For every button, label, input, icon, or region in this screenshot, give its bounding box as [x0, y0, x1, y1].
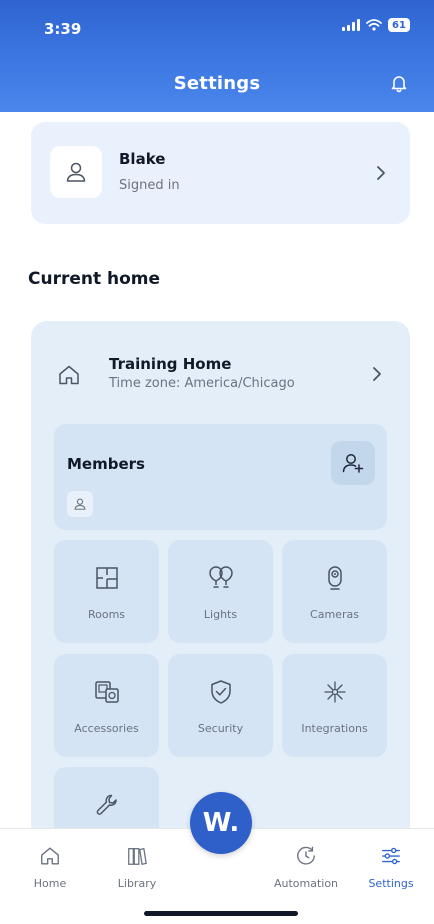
home-indicator [144, 911, 298, 916]
home-timezone: Time zone: America/Chicago [109, 376, 295, 391]
bulbs-icon [168, 565, 273, 591]
tile-label: Rooms [87, 608, 126, 621]
tile-label: Security [197, 722, 244, 735]
tab-library[interactable]: Library [102, 843, 172, 890]
members-title: Members [67, 455, 145, 473]
profile-status: Signed in [119, 178, 180, 193]
tab-home[interactable]: Home [15, 843, 85, 890]
profile-card[interactable]: Blake Signed in [31, 122, 410, 224]
current-home-card: Training Home Time zone: America/Chicago… [31, 321, 410, 841]
tab-label: Home [33, 877, 67, 890]
tile-security[interactable]: Security [168, 654, 273, 757]
center-action-button[interactable]: W. [190, 792, 252, 854]
home-row[interactable]: Training Home Time zone: America/Chicago [31, 321, 410, 421]
page-title: Settings [173, 73, 261, 94]
tile-label: Lights [203, 608, 238, 621]
cellular-signal-icon [342, 19, 360, 31]
tile-lights[interactable]: Lights [168, 540, 273, 643]
tab-label: Library [117, 877, 157, 890]
members-card[interactable]: Members [54, 424, 387, 530]
add-member-button[interactable] [331, 441, 375, 485]
user-avatar-icon [50, 146, 102, 198]
floorplan-icon [54, 565, 159, 591]
tab-label: Automation [273, 877, 339, 890]
sliders-icon [356, 843, 426, 869]
tile-label: Cameras [310, 608, 359, 621]
home-name: Training Home [109, 355, 232, 373]
chevron-right-icon [369, 364, 385, 384]
home-icon [15, 843, 85, 869]
library-icon [102, 843, 172, 869]
home-outline-icon [57, 363, 83, 389]
header-bar: 3:39 61 Settings [0, 0, 434, 112]
clock-icon [271, 843, 341, 869]
status-icons: 61 [342, 18, 410, 32]
tile-label: Accessories [74, 722, 139, 735]
tab-settings[interactable]: Settings [356, 843, 426, 890]
tile-integrations[interactable]: Integrations [282, 654, 387, 757]
brand-logo-text: W. [202, 808, 240, 838]
tab-label: Settings [368, 877, 414, 890]
add-user-icon [342, 454, 364, 473]
camera-icon [282, 565, 387, 591]
tile-rooms[interactable]: Rooms [54, 540, 159, 643]
profile-name: Blake [119, 150, 166, 168]
sparkle-icon [282, 679, 387, 705]
shield-icon [168, 679, 273, 705]
wrench-icon [54, 792, 159, 818]
tile-label: Integrations [301, 722, 368, 735]
wifi-icon [366, 19, 382, 31]
chevron-right-icon [373, 163, 389, 183]
tab-automation[interactable]: Automation [271, 843, 341, 890]
battery-icon: 61 [388, 18, 410, 32]
tile-accessories[interactable]: Accessories [54, 654, 159, 757]
member-avatar-icon[interactable] [67, 491, 93, 517]
devices-icon [54, 679, 159, 705]
bell-icon[interactable] [386, 70, 412, 96]
tile-cameras[interactable]: Cameras [282, 540, 387, 643]
status-time: 3:39 [44, 20, 82, 38]
current-home-heading: Current home [28, 269, 161, 289]
